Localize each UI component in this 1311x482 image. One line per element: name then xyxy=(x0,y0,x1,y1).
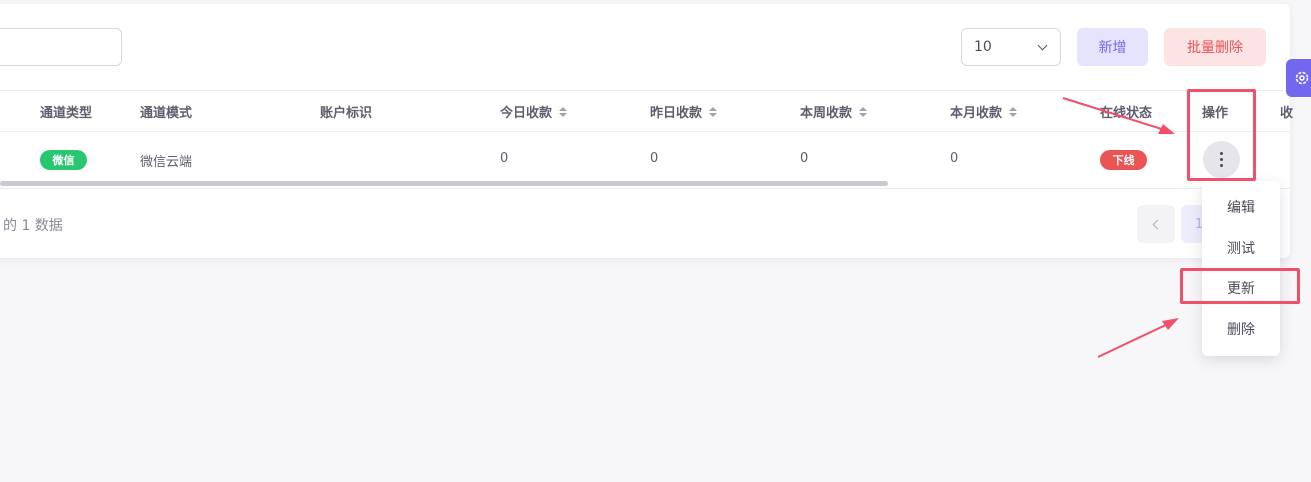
page-size-value: 10 xyxy=(974,39,992,55)
chevron-left-icon xyxy=(1152,219,1163,229)
column-header-account-id: 账户标识 xyxy=(320,106,373,121)
sort-icon[interactable] xyxy=(559,106,568,117)
cell-channel-mode: 微信云端 xyxy=(140,155,193,170)
menu-item-test[interactable]: 测试 xyxy=(1202,228,1280,268)
sort-icon[interactable] xyxy=(859,106,868,117)
column-header-yesterday[interactable]: 昨日收款 xyxy=(650,102,718,121)
settings-tab[interactable] xyxy=(1286,59,1311,97)
cell-this-month: 0 xyxy=(950,151,959,166)
annotation-arrowhead-2 xyxy=(1162,318,1179,330)
cell-today: 0 xyxy=(500,151,509,166)
column-header-this-month[interactable]: 本月收款 xyxy=(950,102,1018,121)
search-input[interactable] xyxy=(0,28,122,66)
add-button[interactable]: 新增 xyxy=(1077,28,1148,66)
annotation-arrow-2 xyxy=(1097,321,1173,358)
previous-page-button[interactable] xyxy=(1137,205,1175,243)
table-bottom-divider xyxy=(0,188,1290,189)
cell-yesterday: 0 xyxy=(650,151,659,166)
column-header-this-week[interactable]: 本周收款 xyxy=(800,102,868,121)
menu-item-delete[interactable]: 删除 xyxy=(1202,309,1280,349)
chevron-down-icon xyxy=(1037,40,1048,51)
batch-delete-button[interactable]: 批量删除 xyxy=(1164,28,1266,66)
sort-icon[interactable] xyxy=(1009,106,1018,117)
sort-icon[interactable] xyxy=(709,106,718,117)
column-header-channel-mode: 通道模式 xyxy=(140,106,193,121)
annotation-highlight-update xyxy=(1180,268,1300,304)
column-header-today[interactable]: 今日收款 xyxy=(500,102,568,121)
horizontal-scrollbar[interactable] xyxy=(0,181,888,186)
table-header-divider xyxy=(0,90,1290,91)
column-header-truncated: 收 xyxy=(1280,106,1294,121)
row-divider xyxy=(0,131,1290,132)
status-badge: 下线 xyxy=(1100,150,1147,170)
menu-item-edit[interactable]: 编辑 xyxy=(1202,187,1280,227)
column-header-online-status: 在线状态 xyxy=(1100,106,1153,121)
pagination-summary: 的 1 数据 xyxy=(3,218,63,234)
cell-this-week: 0 xyxy=(800,151,809,166)
column-header-channel-type: 通道类型 xyxy=(40,106,93,121)
channel-type-badge: 微信 xyxy=(40,150,87,170)
page-size-select[interactable]: 10 xyxy=(961,28,1061,66)
gear-icon xyxy=(1295,71,1309,85)
annotation-highlight-actions xyxy=(1187,89,1256,181)
